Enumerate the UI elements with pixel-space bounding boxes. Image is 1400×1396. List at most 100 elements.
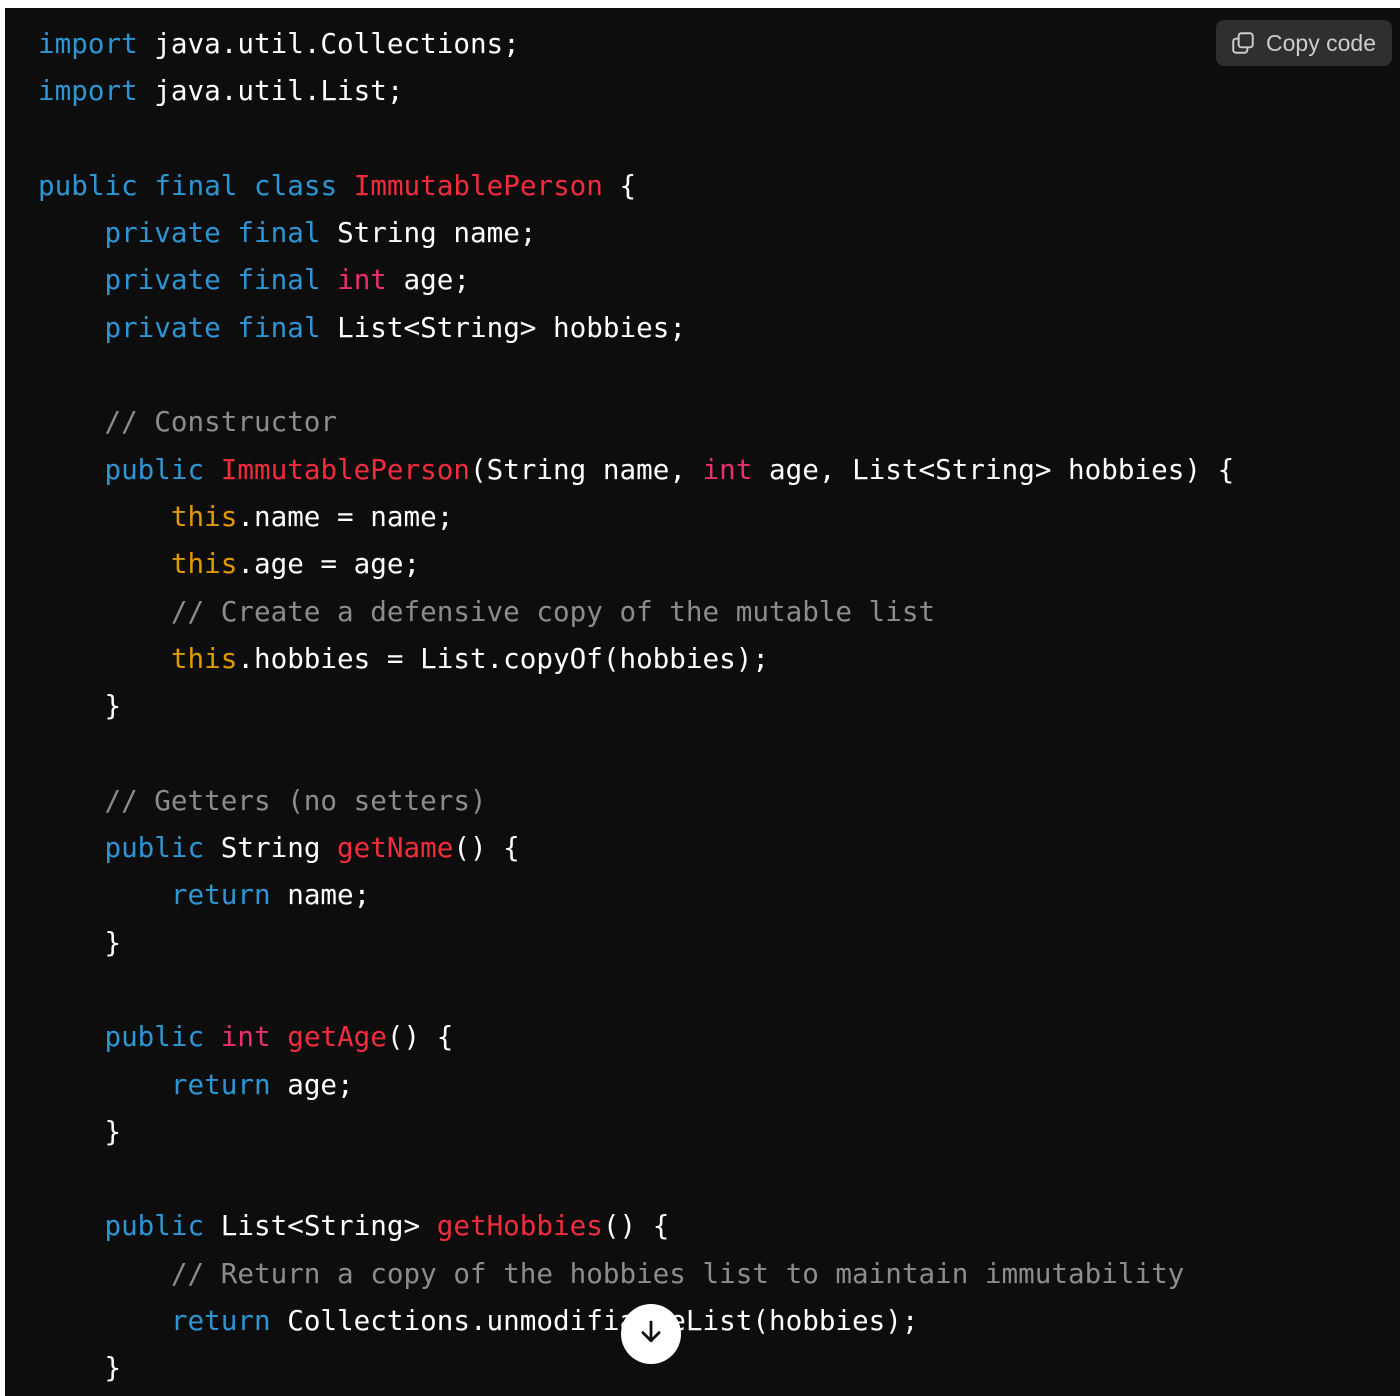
code-text: } bbox=[38, 689, 122, 723]
code-text: } bbox=[38, 1351, 122, 1385]
this-token: this bbox=[170, 641, 238, 675]
keyword-token: private bbox=[104, 310, 221, 344]
keyword-token: public bbox=[104, 1020, 205, 1054]
arrow-down-icon bbox=[636, 1317, 666, 1352]
comment-token: // Create a defensive copy of the mutabl… bbox=[170, 594, 936, 628]
code-text: .name = name; bbox=[237, 499, 454, 533]
code-content: import java.util.Collections; import java… bbox=[38, 20, 1234, 1392]
keyword-token: class bbox=[254, 168, 338, 202]
type-name-token: ImmutablePerson bbox=[353, 168, 603, 202]
code-line: public final class ImmutablePerson { bbox=[38, 162, 1234, 209]
primitive-token: int bbox=[337, 263, 387, 297]
code-line: import java.util.List; bbox=[38, 67, 1234, 114]
keyword-token: private bbox=[104, 263, 221, 297]
code-line: // Constructor bbox=[38, 398, 1234, 445]
code-line: } bbox=[38, 919, 1234, 966]
code-line: } bbox=[38, 1108, 1234, 1155]
type-name-token: getName bbox=[337, 831, 454, 865]
code-line: public List<String> getHobbies() { bbox=[38, 1202, 1234, 1249]
keyword-token: import bbox=[38, 74, 138, 108]
code-line: this.hobbies = List.copyOf(hobbies); bbox=[38, 635, 1234, 682]
code-text: name; bbox=[270, 878, 371, 912]
keyword-token: public bbox=[104, 1209, 205, 1243]
type-name-token: ImmutablePerson bbox=[220, 452, 470, 486]
keyword-token: final bbox=[237, 216, 321, 250]
code-line: // Getters (no setters) bbox=[38, 777, 1234, 824]
comment-token: // Getters (no setters) bbox=[104, 783, 487, 817]
code-line: private final List<String> hobbies; bbox=[38, 304, 1234, 351]
comment-token: // Constructor bbox=[104, 405, 338, 439]
code-line: } bbox=[38, 682, 1234, 729]
scroll-down-button[interactable] bbox=[621, 1304, 681, 1364]
code-text: String name; bbox=[320, 216, 537, 250]
code-line: public ImmutablePerson(String name, int … bbox=[38, 446, 1234, 493]
this-token: this bbox=[170, 547, 238, 581]
type-name-token: getHobbies bbox=[436, 1209, 603, 1243]
keyword-token: return bbox=[170, 1067, 271, 1101]
code-text: age, List<String> hobbies) { bbox=[752, 452, 1235, 486]
comment-token: // Return a copy of the hobbies list to … bbox=[170, 1256, 1185, 1290]
keyword-token: return bbox=[170, 878, 271, 912]
code-line: private final String name; bbox=[38, 209, 1234, 256]
keyword-token: public bbox=[104, 452, 205, 486]
code-line: // Create a defensive copy of the mutabl… bbox=[38, 588, 1234, 635]
code-line: public int getAge() { bbox=[38, 1013, 1234, 1060]
code-line: return age; bbox=[38, 1061, 1234, 1108]
copy-code-button[interactable]: Copy code bbox=[1216, 20, 1392, 66]
code-text: java.util.List; bbox=[137, 74, 404, 108]
keyword-token: final bbox=[154, 168, 238, 202]
keyword-token: public bbox=[38, 168, 138, 202]
code-text: } bbox=[38, 1114, 122, 1148]
code-line: import java.util.Collections; bbox=[38, 20, 1234, 67]
code-text: .hobbies = List.copyOf(hobbies); bbox=[237, 641, 769, 675]
code-text: String bbox=[204, 831, 338, 865]
code-text: List<String> bbox=[204, 1209, 437, 1243]
code-text: (String name, bbox=[469, 452, 703, 486]
keyword-token: return bbox=[170, 1304, 271, 1338]
code-text: .age = age; bbox=[237, 547, 421, 581]
code-text: { bbox=[602, 168, 637, 202]
code-text: List<String> hobbies; bbox=[320, 310, 686, 344]
code-text: () { bbox=[386, 1020, 454, 1054]
keyword-token: public bbox=[104, 831, 205, 865]
keyword-token: import bbox=[38, 27, 138, 60]
code-line: public String getName() { bbox=[38, 824, 1234, 871]
this-token: this bbox=[170, 499, 238, 533]
code-line: this.age = age; bbox=[38, 540, 1234, 587]
code-text: java.util.Collections; bbox=[137, 27, 520, 60]
code-line: return name; bbox=[38, 871, 1234, 918]
code-line: // Return a copy of the hobbies list to … bbox=[38, 1250, 1234, 1297]
primitive-token: int bbox=[220, 1020, 271, 1054]
type-name-token: getAge bbox=[287, 1020, 387, 1054]
code-line: this.name = name; bbox=[38, 493, 1234, 540]
keyword-token: private bbox=[104, 216, 221, 250]
code-text: Collections.unmodifiableList(hobbies); bbox=[270, 1304, 919, 1338]
copy-code-label: Copy code bbox=[1266, 29, 1376, 56]
